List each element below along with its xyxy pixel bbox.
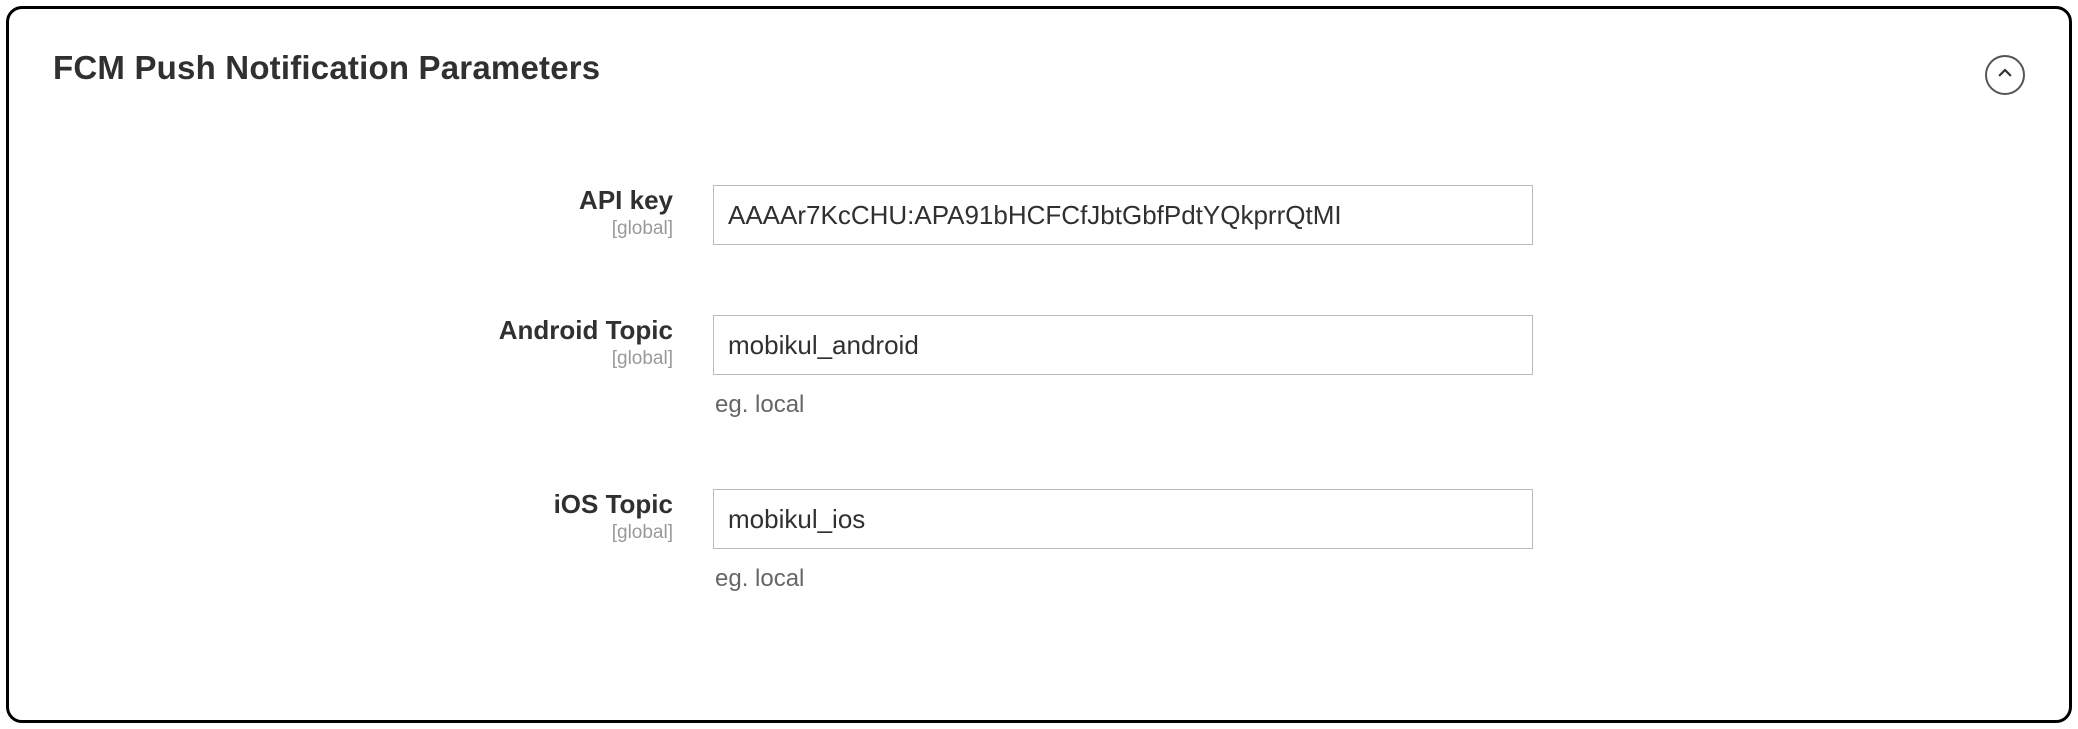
input-col: eg. local	[713, 315, 1533, 419]
android-topic-hint: eg. local	[713, 391, 1533, 419]
ios-topic-input[interactable]	[713, 489, 1533, 549]
fcm-parameters-panel: FCM Push Notification Parameters API key…	[6, 6, 2072, 723]
field-row-ios-topic: iOS Topic [global] eg. local	[53, 489, 2025, 593]
section-title: FCM Push Notification Parameters	[53, 49, 600, 87]
ios-topic-label: iOS Topic	[53, 489, 673, 520]
input-col: eg. local	[713, 489, 1533, 593]
api-key-scope: [global]	[53, 218, 673, 240]
label-col: API key [global]	[53, 185, 713, 240]
collapse-toggle[interactable]	[1985, 55, 2025, 95]
android-topic-scope: [global]	[53, 348, 673, 370]
ios-topic-scope: [global]	[53, 522, 673, 544]
label-col: iOS Topic [global]	[53, 489, 713, 544]
label-col: Android Topic [global]	[53, 315, 713, 370]
panel-header: FCM Push Notification Parameters	[9, 9, 2069, 95]
ios-topic-hint: eg. local	[713, 565, 1533, 593]
input-col	[713, 185, 1533, 245]
api-key-label: API key	[53, 185, 673, 216]
android-topic-input[interactable]	[713, 315, 1533, 375]
api-key-input[interactable]	[713, 185, 1533, 245]
android-topic-label: Android Topic	[53, 315, 673, 346]
field-row-api-key: API key [global]	[53, 185, 2025, 245]
chevron-up-icon	[1996, 64, 2014, 87]
form-body: API key [global] Android Topic [global] …	[9, 95, 2069, 633]
field-row-android-topic: Android Topic [global] eg. local	[53, 315, 2025, 419]
